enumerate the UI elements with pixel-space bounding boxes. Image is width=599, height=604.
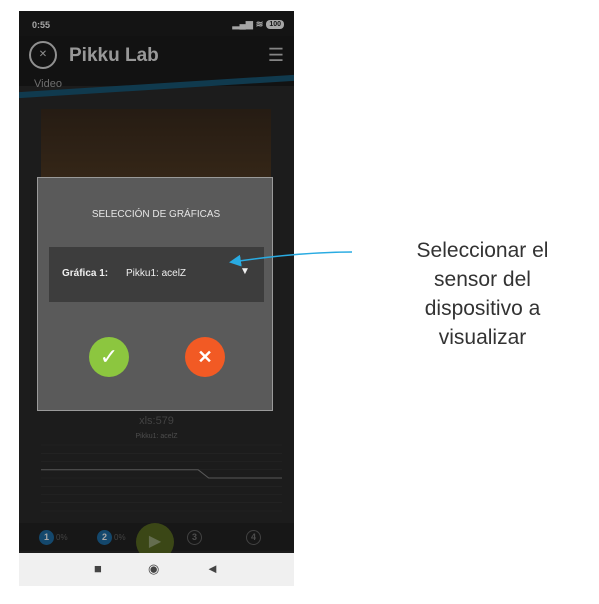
annotation-text: Seleccionar el sensor del dispositivo a … bbox=[416, 239, 549, 349]
